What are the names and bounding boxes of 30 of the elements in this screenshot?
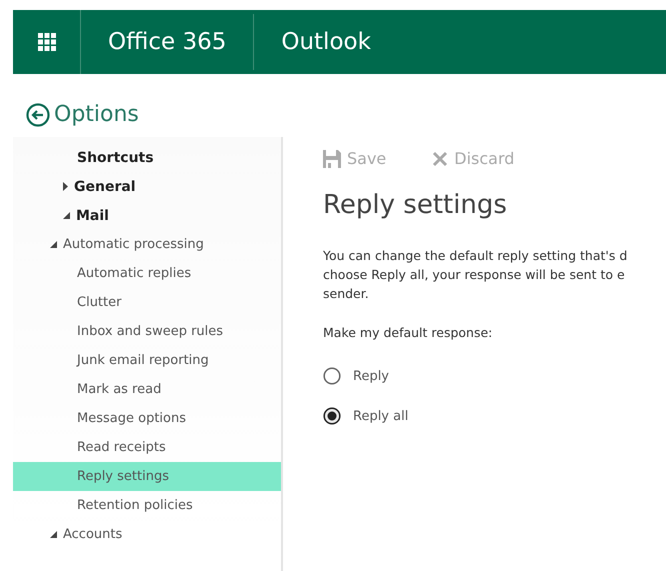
nav-item[interactable]: General: [13, 172, 281, 201]
nav-item[interactable]: Accounts: [13, 520, 281, 549]
waffle-icon: [38, 33, 56, 51]
nav-item[interactable]: Inbox and sweep rules: [13, 317, 281, 346]
nav-item[interactable]: Automatic replies: [13, 259, 281, 288]
radio-button[interactable]: [323, 407, 341, 425]
app-title[interactable]: Outlook: [254, 10, 398, 74]
radio-button[interactable]: [323, 367, 341, 385]
close-icon: [432, 150, 448, 166]
expanded-caret-icon: [50, 241, 57, 248]
suite-title[interactable]: Office 365: [81, 14, 254, 70]
nav-item[interactable]: Shortcuts: [13, 143, 281, 172]
collapsed-caret-icon: [63, 182, 68, 191]
description-text: You can change the default reply setting that's d choose Reply all, your response will be sent to e sender.: [323, 247, 628, 303]
section-heading: Reply settings: [323, 190, 508, 220]
nav-item[interactable]: Mail: [13, 201, 281, 230]
nav-item[interactable]: Junk email reporting: [13, 346, 281, 375]
nav-item[interactable]: Clutter: [13, 288, 281, 317]
radio-label[interactable]: Reply all: [353, 408, 408, 424]
radio-label[interactable]: Reply: [353, 368, 390, 384]
expanded-caret-icon: [63, 212, 70, 219]
nav-item[interactable]: Retention policies: [13, 491, 281, 520]
expanded-caret-icon: [50, 531, 57, 538]
page-title: Options: [54, 102, 139, 127]
nav-item[interactable]: Automatic processing: [13, 230, 281, 259]
nav-item[interactable]: Read receipts: [13, 433, 281, 462]
nav-item[interactable]: Mark as read: [13, 375, 281, 404]
nav-item[interactable]: Message options: [13, 404, 281, 433]
prompt-label: Make my default response:: [323, 325, 494, 340]
nav-item[interactable]: Reply settings: [13, 462, 281, 491]
